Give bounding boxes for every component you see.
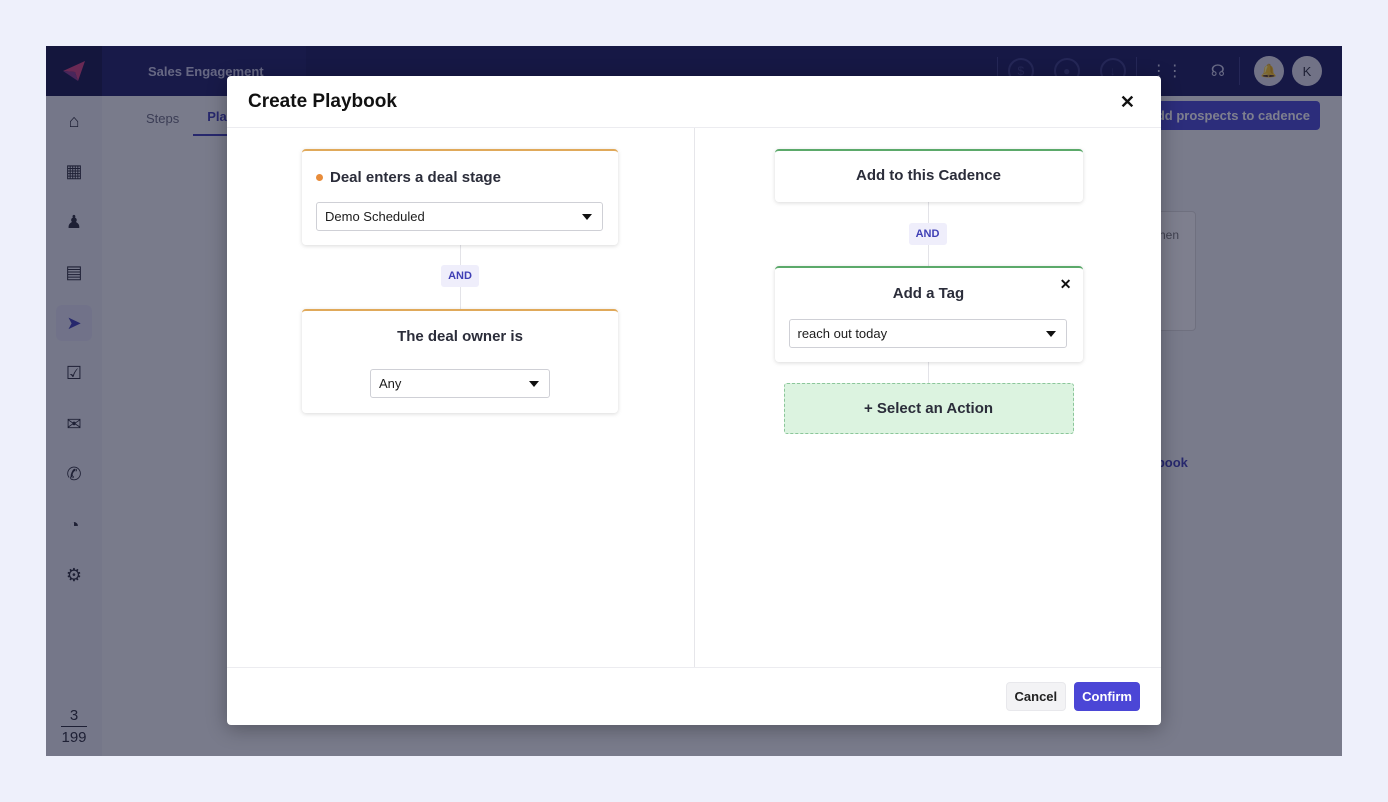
cancel-button[interactable]: Cancel (1005, 682, 1067, 711)
status-dot (316, 173, 323, 181)
trigger-title: The deal owner is (397, 328, 523, 345)
modal-body: Deal enters a deal stage Demo Scheduled … (227, 128, 1161, 667)
trigger-card-deal-owner: The deal owner is Any (302, 309, 618, 413)
modal-title: Create Playbook (248, 90, 397, 112)
caret-down-icon (582, 214, 592, 220)
caret-down-icon (529, 381, 539, 387)
action-title: Add to this Cadence (855, 167, 1001, 184)
create-playbook-modal: Create Playbook ✕ Deal enters a deal sta… (227, 76, 1161, 725)
select-action-button[interactable]: + Select an Action (783, 383, 1074, 434)
action-card-tag: Add a Tag ✕ reach out today (774, 266, 1083, 362)
trigger-title: Deal enters a deal stage (330, 169, 501, 186)
modal-footer: Cancel Confirm (227, 667, 1161, 725)
action-title: Add a Tag (892, 285, 965, 302)
close-icon[interactable]: ✕ (1120, 92, 1135, 113)
and-connector-badge: AND (908, 223, 947, 245)
deal-owner-select[interactable]: Any (370, 369, 550, 398)
remove-action-close-icon[interactable]: ✕ (1060, 276, 1072, 293)
trigger-card-deal-stage: Deal enters a deal stage Demo Scheduled (302, 149, 618, 245)
actions-column: Add to this Cadence AND Add a Tag ✕ reac… (695, 128, 1162, 667)
action-card-cadence: Add to this Cadence (774, 149, 1083, 202)
caret-down-icon (1045, 331, 1056, 337)
deal-stage-select[interactable]: Demo Scheduled (316, 202, 603, 231)
triggers-column: Deal enters a deal stage Demo Scheduled … (227, 128, 695, 667)
confirm-button[interactable]: Confirm (1074, 682, 1140, 711)
modal-header: Create Playbook ✕ (227, 76, 1161, 128)
and-connector-badge: AND (441, 265, 479, 287)
tag-select[interactable]: reach out today (788, 319, 1067, 348)
